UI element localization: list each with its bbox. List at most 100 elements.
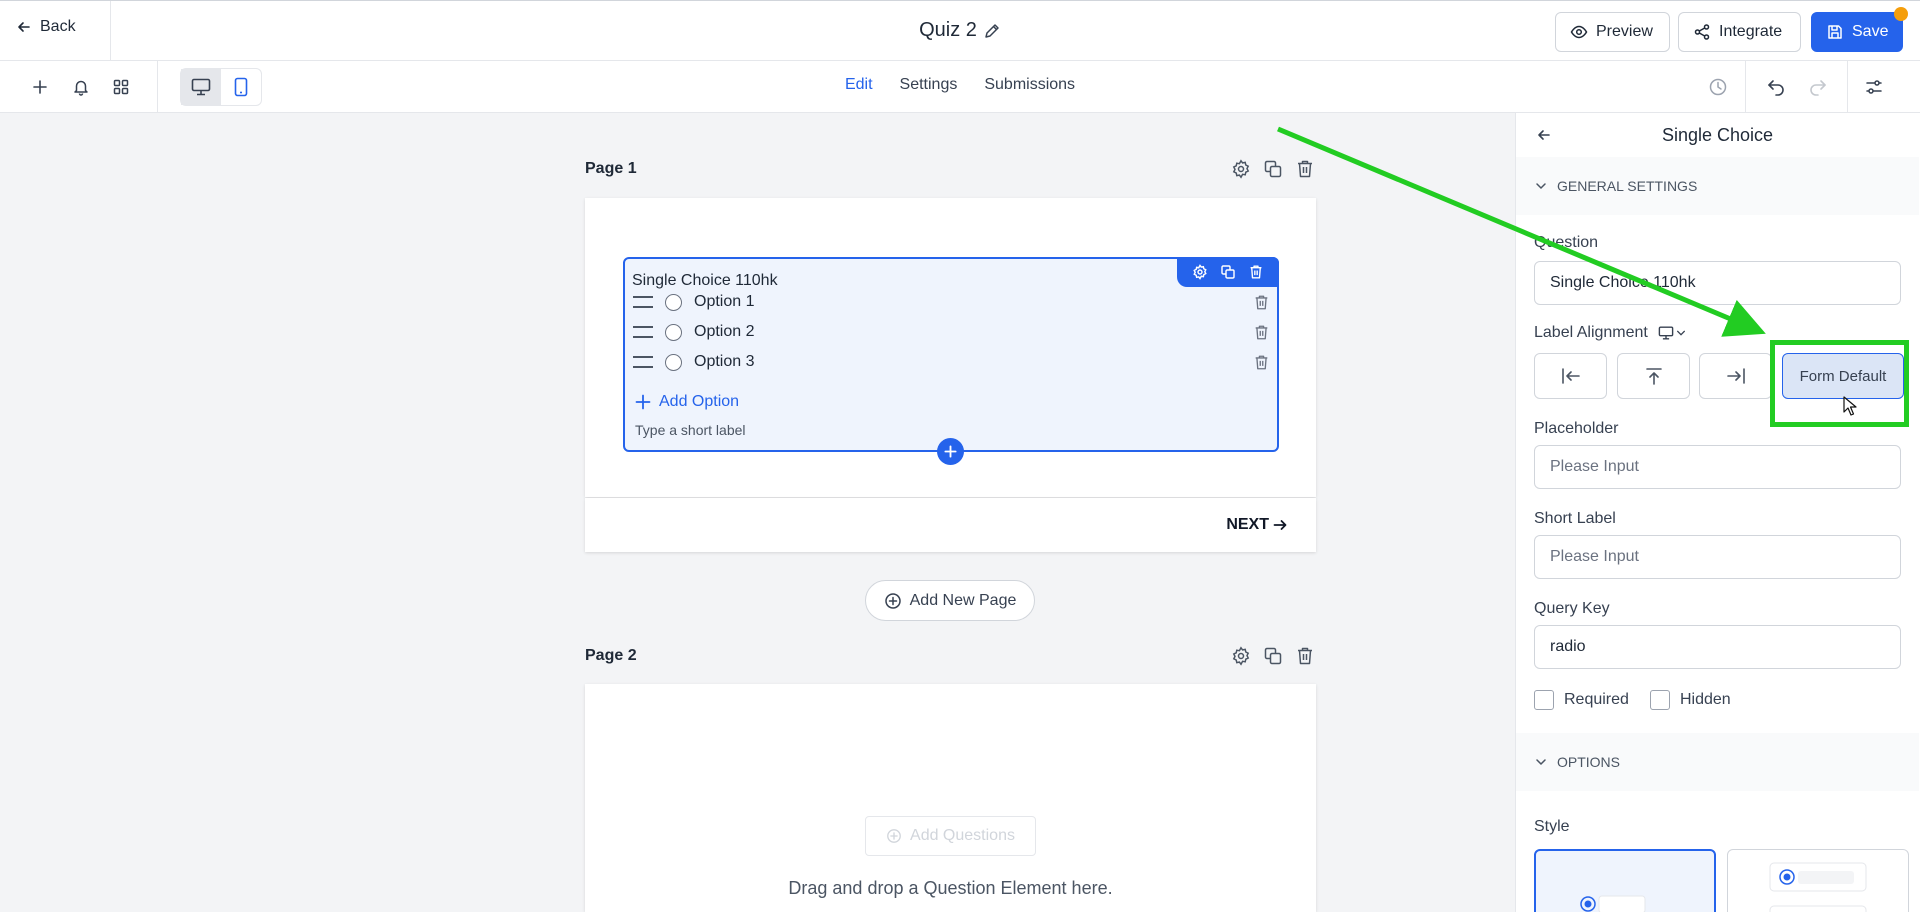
align-right-button[interactable]	[1699, 353, 1772, 399]
page-1-footer: NEXT	[585, 498, 1316, 552]
required-label: Required	[1564, 691, 1629, 708]
divider	[110, 1, 111, 61]
add-option-button[interactable]: Add Option	[635, 393, 739, 411]
add-questions-button[interactable]: Add Questions	[865, 816, 1036, 856]
drag-handle-icon[interactable]	[633, 326, 653, 338]
trash-icon[interactable]	[1246, 262, 1266, 282]
hidden-checkbox[interactable]: Hidden	[1650, 690, 1731, 710]
add-question-below-button[interactable]	[937, 438, 964, 465]
back-button[interactable]: Back	[16, 18, 76, 36]
save-label: Save	[1852, 23, 1889, 40]
grid-icon[interactable]	[109, 75, 133, 99]
device-dropdown[interactable]	[1658, 326, 1686, 340]
arrow-left-icon[interactable]	[1536, 127, 1556, 147]
gear-icon[interactable]	[1190, 262, 1210, 282]
plus-icon	[944, 445, 957, 458]
align-top-button[interactable]	[1617, 353, 1690, 399]
general-settings-section[interactable]: GENERAL SETTINGS	[1516, 157, 1919, 215]
required-checkbox[interactable]: Required	[1534, 690, 1629, 710]
save-disk-icon	[1826, 23, 1844, 41]
question-single-choice[interactable]: Single Choice 110hk Option 1 Option 2 Op…	[623, 257, 1279, 452]
style-option-stacked[interactable]	[1727, 849, 1909, 912]
style-preview-icon	[1580, 895, 1646, 912]
option-label[interactable]: Option 1	[694, 293, 754, 311]
chevron-down-icon	[1535, 180, 1547, 192]
tab-edit[interactable]: Edit	[845, 76, 873, 94]
trash-icon[interactable]	[1293, 157, 1317, 181]
radio-button[interactable]	[665, 353, 682, 371]
option-label[interactable]: Option 2	[694, 323, 754, 341]
divider	[157, 61, 158, 113]
question-input[interactable]: Single Choice 110hk	[1534, 261, 1901, 305]
redo-icon[interactable]	[1806, 75, 1830, 99]
style-label: Style	[1534, 818, 1570, 835]
question-field-label: Question	[1534, 234, 1599, 251]
device-toggle	[180, 68, 262, 106]
tab-submissions[interactable]: Submissions	[984, 76, 1075, 94]
undo-icon[interactable]	[1764, 75, 1788, 99]
query-key-input[interactable]: radio	[1534, 625, 1901, 669]
add-new-page-button[interactable]: Add New Page	[865, 580, 1035, 621]
radio-button[interactable]	[665, 293, 682, 311]
preview-button[interactable]: Preview	[1555, 12, 1670, 52]
form-title[interactable]: Quiz 2	[919, 19, 977, 42]
form-default-button[interactable]: Form Default	[1782, 353, 1904, 399]
gear-icon[interactable]	[1229, 157, 1253, 181]
align-right-icon	[1725, 367, 1747, 385]
radio-button[interactable]	[665, 323, 682, 341]
gear-icon[interactable]	[1229, 644, 1253, 668]
panel-header: Single Choice	[1516, 113, 1919, 157]
align-top-icon	[1645, 366, 1663, 386]
checkbox-box[interactable]	[1650, 690, 1670, 710]
sliders-icon[interactable]	[1862, 75, 1886, 99]
hidden-label: Hidden	[1680, 691, 1731, 708]
next-button[interactable]: NEXT	[1226, 516, 1288, 534]
drag-handle-icon[interactable]	[633, 356, 653, 368]
question-toolbar	[1177, 257, 1279, 287]
trash-icon[interactable]	[1251, 322, 1271, 342]
label-alignment-label: Label Alignment	[1534, 324, 1648, 341]
history-icon[interactable]	[1706, 75, 1730, 99]
tab-settings[interactable]: Settings	[900, 76, 958, 94]
style-option-inline[interactable]	[1534, 849, 1716, 912]
duplicate-icon[interactable]	[1261, 644, 1285, 668]
short-label-input[interactable]: Type a short label	[635, 422, 746, 438]
drag-handle-icon[interactable]	[633, 296, 653, 308]
top-bar: Back Quiz 2 Preview Integrate Save	[0, 0, 1920, 61]
trash-icon[interactable]	[1293, 644, 1317, 668]
align-left-button[interactable]	[1534, 353, 1607, 399]
options-section[interactable]: OPTIONS	[1516, 733, 1919, 791]
desktop-view-button[interactable]	[181, 69, 221, 105]
question-title[interactable]: Single Choice 110hk	[632, 272, 778, 290]
pencil-icon[interactable]	[983, 22, 1001, 40]
option-label[interactable]: Option 3	[694, 353, 754, 371]
integrate-button[interactable]: Integrate	[1678, 12, 1801, 52]
chevron-down-icon	[1676, 328, 1686, 338]
trash-icon[interactable]	[1251, 292, 1271, 312]
page-2-actions	[1229, 644, 1317, 668]
short-label-field-label: Short Label	[1534, 510, 1616, 527]
add-option-label: Add Option	[659, 393, 740, 410]
bell-icon[interactable]	[69, 75, 93, 99]
plus-circle-icon	[884, 592, 902, 610]
page-2-label: Page 2	[585, 647, 637, 664]
add-new-page-label: Add New Page	[909, 591, 1017, 609]
notification-dot	[1894, 7, 1908, 21]
desktop-icon	[1658, 326, 1674, 340]
checkbox-box[interactable]	[1534, 690, 1554, 710]
editor-tabs: Edit Settings Submissions	[0, 76, 1920, 94]
divider	[1847, 61, 1848, 113]
plus-icon	[635, 394, 651, 410]
short-label-field[interactable]: Please Input	[1534, 535, 1901, 579]
duplicate-icon[interactable]	[1218, 262, 1238, 282]
save-button[interactable]: Save	[1811, 7, 1908, 52]
trash-icon[interactable]	[1251, 352, 1271, 372]
mobile-view-button[interactable]	[221, 69, 261, 105]
arrow-right-icon	[1273, 518, 1288, 532]
section-label: GENERAL SETTINGS	[1557, 178, 1698, 194]
page-1-actions	[1229, 157, 1317, 181]
plus-icon[interactable]	[28, 75, 52, 99]
placeholder-input[interactable]: Please Input	[1534, 445, 1901, 489]
eye-icon	[1570, 23, 1588, 41]
duplicate-icon[interactable]	[1261, 157, 1285, 181]
